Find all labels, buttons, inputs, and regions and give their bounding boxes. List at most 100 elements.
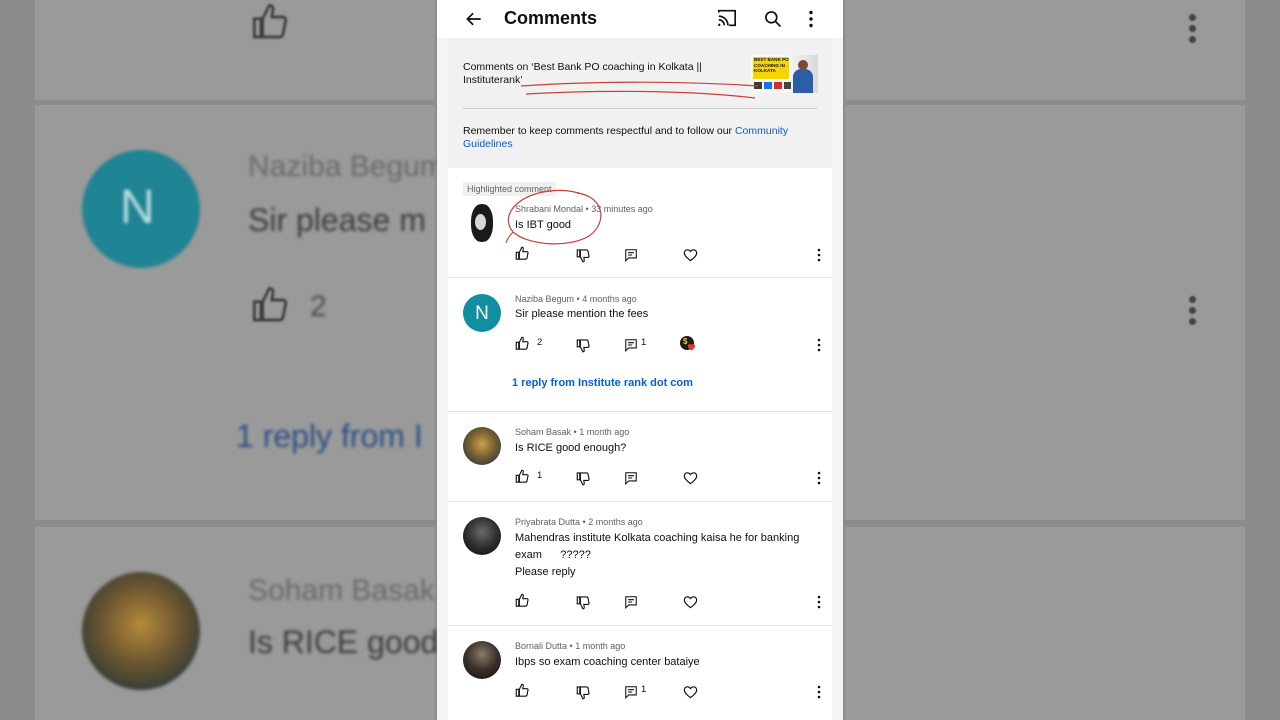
comment-more-icon[interactable] bbox=[815, 685, 823, 699]
reply-icon[interactable] bbox=[624, 471, 638, 485]
like-icon[interactable] bbox=[515, 593, 530, 608]
reply-icon[interactable] bbox=[624, 595, 638, 609]
bg-card bbox=[35, 0, 435, 100]
comment-line: Sir please mention the fees bbox=[515, 308, 649, 320]
reply-count: 1 bbox=[641, 337, 647, 348]
thumbnail-line: COACHING IN bbox=[754, 62, 785, 68]
like-icon[interactable] bbox=[515, 336, 530, 351]
avatar[interactable] bbox=[463, 641, 501, 679]
author-name[interactable]: Soham Basak bbox=[515, 427, 571, 437]
thumbnail-title: BEST BANK PO COACHING IN KOLKATA bbox=[754, 57, 789, 74]
dislike-icon[interactable] bbox=[576, 471, 591, 486]
bg-avatar-letter: N bbox=[120, 181, 155, 234]
like-count: 1 bbox=[537, 470, 543, 481]
comment-text: Mahendras institute Kolkata coaching kai… bbox=[515, 530, 815, 581]
like-icon[interactable] bbox=[515, 683, 530, 698]
heart-icon[interactable] bbox=[683, 595, 698, 609]
comment-text: Sir please mention the fees bbox=[515, 306, 815, 323]
bg-author-name: Soham Basak bbox=[248, 574, 435, 607]
community-reminder: Remember to keep comments respectful and… bbox=[463, 125, 818, 151]
creator-heart-badge: $ bbox=[680, 336, 696, 351]
bg-card bbox=[845, 0, 1245, 100]
avatar[interactable]: N bbox=[463, 294, 501, 332]
reply-icon[interactable] bbox=[624, 685, 638, 699]
reply-icon[interactable] bbox=[624, 248, 638, 262]
comment-more-icon[interactable] bbox=[815, 471, 823, 485]
heart-icon[interactable] bbox=[683, 248, 698, 262]
divider bbox=[463, 108, 817, 109]
cast-icon[interactable] bbox=[716, 8, 738, 28]
comment-meta: Shrabani Mondal • 33 minutes ago bbox=[515, 204, 653, 214]
comment-time: 1 month ago bbox=[575, 641, 626, 651]
comment-line: Is RICE good enough? bbox=[515, 442, 627, 454]
comment-line: exam ????? bbox=[515, 549, 591, 561]
dislike-icon[interactable] bbox=[576, 685, 591, 700]
list-item: Priyabrata Dutta • 2 months ago Mahendra… bbox=[448, 502, 832, 626]
avatar[interactable] bbox=[463, 427, 501, 465]
like-icon[interactable] bbox=[515, 246, 530, 261]
comment-time: 33 minutes ago bbox=[591, 204, 653, 214]
thumbnail-logo bbox=[754, 82, 762, 89]
view-replies-link[interactable]: 1 reply from Institute rank dot com bbox=[512, 377, 693, 389]
back-arrow-icon[interactable] bbox=[464, 9, 484, 29]
comment-meta: Naziba Begum • 4 months ago bbox=[515, 294, 637, 304]
bg-card bbox=[845, 527, 1245, 720]
dislike-icon[interactable] bbox=[576, 338, 591, 353]
comment-more-icon[interactable] bbox=[815, 595, 823, 609]
reply-icon[interactable] bbox=[624, 338, 638, 352]
more-vertical-icon[interactable] bbox=[803, 9, 819, 29]
thumbnail-person-body bbox=[793, 69, 813, 93]
bg-like-icon bbox=[253, 3, 288, 39]
highlighted-comment-label: Highlighted comment bbox=[463, 182, 556, 196]
comment-text: Is IBT good bbox=[515, 217, 815, 234]
comment-line: Ibps so exam coaching center bataiye bbox=[515, 656, 700, 668]
thumbnail-line: KOLKATA bbox=[754, 68, 776, 74]
comment-time: 1 month ago bbox=[579, 427, 630, 437]
comment-meta: Priyabrata Dutta • 2 months ago bbox=[515, 517, 643, 527]
top-app-bar: Comments bbox=[437, 0, 843, 38]
thumbnail-line: BEST BANK PO bbox=[754, 57, 789, 62]
video-info-panel: Comments on ‘Best Bank PO coaching in Ko… bbox=[448, 38, 832, 168]
comment-list: Highlighted comment Shrabani Mondal • 33… bbox=[448, 168, 832, 720]
list-item: Bornali Dutta • 1 month ago Ibps so exam… bbox=[448, 626, 832, 720]
video-thumbnail[interactable]: BEST BANK PO COACHING IN KOLKATA bbox=[751, 55, 818, 93]
bg-comment-text: Sir please m bbox=[248, 202, 426, 238]
bg-like-icon bbox=[253, 286, 288, 322]
bg-comment-text: Is RICE good bbox=[248, 624, 439, 660]
reminder-text: Remember to keep comments respectful and… bbox=[463, 125, 733, 137]
comment-text: Is RICE good enough? bbox=[515, 440, 815, 457]
heart-icon[interactable] bbox=[683, 471, 698, 485]
author-name[interactable]: Bornali Dutta bbox=[515, 641, 567, 651]
like-count: 2 bbox=[537, 337, 543, 348]
bg-reply-link: 1 reply from I bbox=[236, 418, 423, 454]
avatar[interactable] bbox=[463, 204, 501, 242]
heart-icon[interactable] bbox=[683, 685, 698, 699]
like-icon[interactable] bbox=[515, 469, 530, 484]
avatar[interactable] bbox=[463, 517, 501, 555]
bg-author-name: Naziba Begum bbox=[248, 150, 445, 183]
comments-screen: Comments Comments on ‘Best Bank PO coach… bbox=[437, 0, 843, 720]
comment-meta: Bornali Dutta • 1 month ago bbox=[515, 641, 626, 651]
thumbnail-logo bbox=[764, 82, 772, 89]
author-name[interactable]: Naziba Begum bbox=[515, 294, 574, 304]
search-icon[interactable] bbox=[763, 9, 783, 29]
author-name[interactable]: Priyabrata Dutta bbox=[515, 517, 580, 527]
thumbnail-logo bbox=[784, 82, 791, 89]
dislike-icon[interactable] bbox=[576, 248, 591, 263]
avatar-letter: N bbox=[475, 303, 489, 324]
comment-line: Mahendras institute Kolkata coaching kai… bbox=[515, 532, 800, 544]
dislike-icon[interactable] bbox=[576, 595, 591, 610]
comment-time: 4 months ago bbox=[582, 294, 637, 304]
comment-line: Please reply bbox=[515, 566, 576, 578]
bg-card bbox=[845, 105, 1245, 520]
list-item: Highlighted comment Shrabani Mondal • 33… bbox=[448, 168, 832, 278]
author-name[interactable]: Shrabani Mondal bbox=[515, 204, 583, 214]
list-item: N Naziba Begum • 4 months ago Sir please… bbox=[448, 278, 832, 412]
bg-avatar-soham bbox=[82, 572, 200, 690]
bg-more-icon bbox=[1189, 10, 1199, 47]
comments-on-label: Comments on ‘Best Bank PO coaching in Ko… bbox=[463, 61, 702, 86]
bg-more-icon bbox=[1189, 292, 1199, 329]
comment-line: Is IBT good bbox=[515, 219, 572, 231]
comment-more-icon[interactable] bbox=[815, 248, 823, 262]
comment-more-icon[interactable] bbox=[815, 338, 823, 352]
